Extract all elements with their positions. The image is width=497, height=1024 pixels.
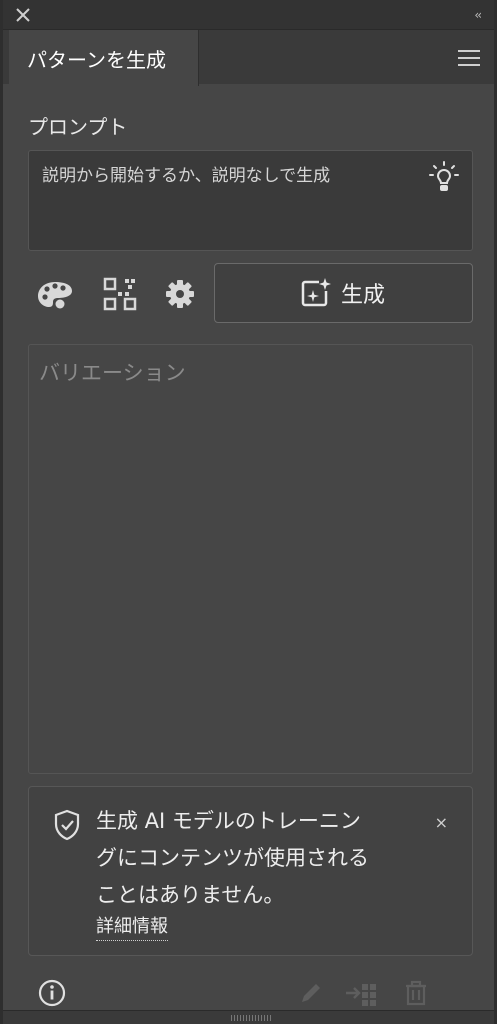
learn-more-link[interactable]: 詳細情報: [96, 912, 168, 941]
apply-to-swatches-icon[interactable]: [344, 978, 380, 1008]
notice-line-2: グにコンテンツが使用される: [96, 846, 369, 870]
training-notice: 生成 AI モデルのトレーニン グにコンテンツが使用される ことはありません。 …: [28, 786, 473, 956]
close-icon[interactable]: [13, 5, 33, 25]
lightbulb-icon[interactable]: [426, 159, 462, 195]
notice-line-1: 生成 AI モデルのトレーニン: [96, 809, 361, 833]
tab-label: パターンを生成: [27, 48, 166, 72]
generate-button-label: 生成: [341, 283, 386, 308]
tab-generate-pattern[interactable]: パターンを生成: [9, 30, 199, 86]
generate-pattern-panel: ‹‹ パターンを生成 プロンプト 説明から開始するか、説明なしで生成 生成 バリ…: [0, 0, 497, 1024]
info-icon[interactable]: [37, 978, 67, 1008]
prompt-placeholder: 説明から開始するか、説明なしで生成: [42, 166, 331, 186]
gear-icon[interactable]: [160, 274, 200, 314]
resize-grip[interactable]: [231, 1015, 271, 1021]
trash-icon[interactable]: [401, 978, 431, 1008]
variations-area: バリエーション: [28, 344, 473, 774]
prompt-input[interactable]: 説明から開始するか、説明なしで生成: [28, 150, 473, 251]
pattern-grid-icon[interactable]: [100, 274, 140, 314]
sparkle-generate-icon: [301, 278, 331, 307]
notice-text: 生成 AI モデルのトレーニン グにコンテンツが使用される ことはありません。: [96, 803, 369, 914]
shield-icon: [54, 809, 80, 841]
prompt-label: プロンプト: [28, 115, 128, 139]
generate-button[interactable]: 生成: [214, 263, 473, 323]
panel-titlebar: ‹‹: [3, 0, 494, 30]
resize-strip: [3, 1010, 494, 1024]
pencil-icon[interactable]: [296, 978, 326, 1008]
hamburger-menu-icon[interactable]: [458, 50, 480, 66]
tab-row: パターンを生成: [3, 30, 494, 86]
notice-close-button[interactable]: ×: [435, 813, 448, 832]
notice-line-3: ことはありません。: [96, 883, 285, 907]
palette-icon[interactable]: [35, 274, 75, 314]
variations-placeholder: バリエーション: [39, 361, 186, 385]
collapse-panel-button[interactable]: ‹‹: [474, 8, 481, 22]
